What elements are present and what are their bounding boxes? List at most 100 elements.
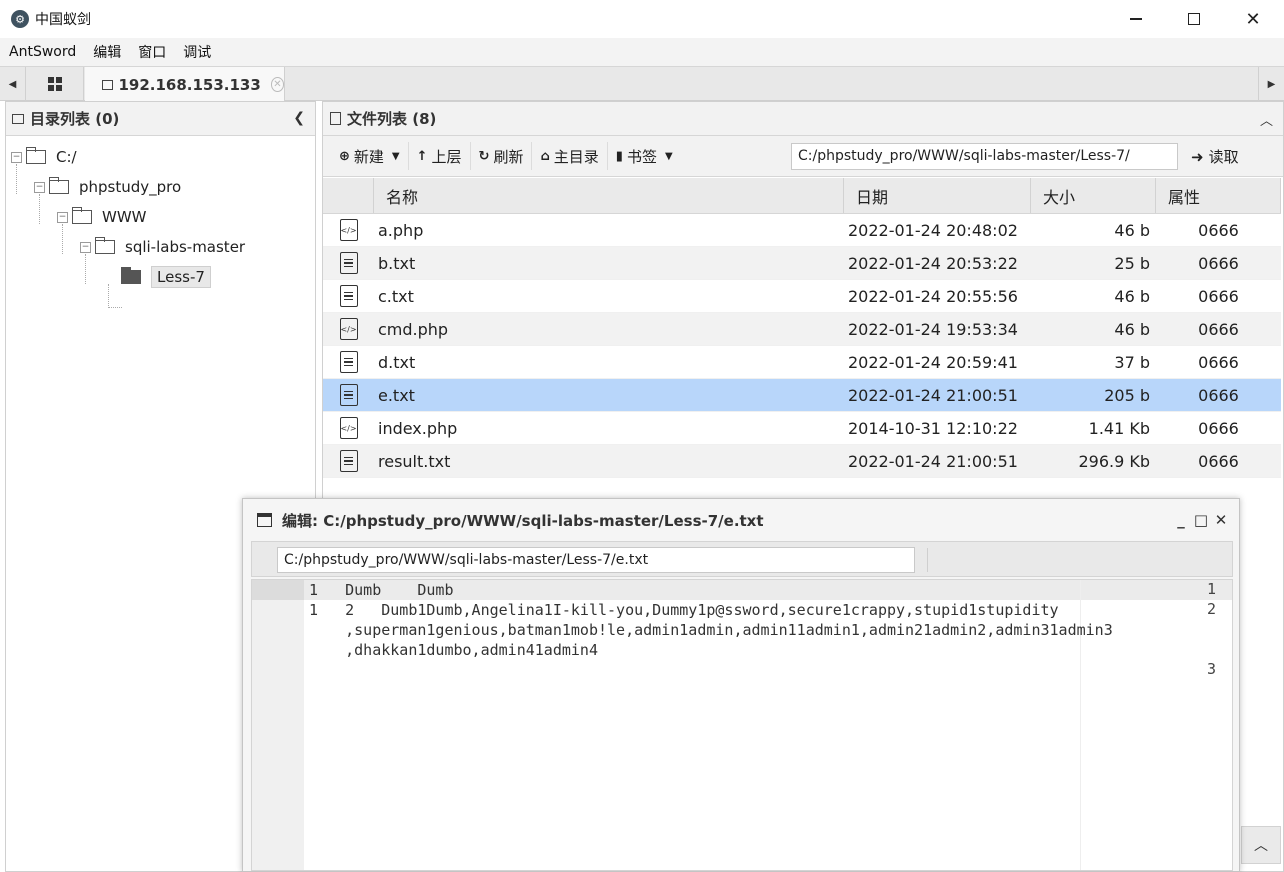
read-label: 读取: [1208, 148, 1239, 166]
tab-home[interactable]: [26, 67, 84, 101]
minimize-icon: [1130, 18, 1142, 20]
collapse-icon[interactable]: −: [57, 211, 68, 223]
file-name: cmd.php: [378, 319, 449, 339]
file-row[interactable]: result.txt 2022-01-24 21:00:51 296.9 Kb 066…: [323, 445, 1281, 478]
scroll-top-button[interactable]: ︿: [1241, 826, 1281, 864]
tree-node-label: Less-7: [151, 266, 211, 288]
editor-dialog-titlebar[interactable]: 编辑: C:/phpstudy_pro/WWW/sqli-labs-master…: [243, 499, 1239, 541]
file-row[interactable]: c.txt 2022-01-24 20:55:56 46 b 0666: [323, 280, 1281, 313]
file-date: 2022-01-24 21:00:51: [848, 385, 1018, 405]
maximize-icon[interactable]: □: [1193, 511, 1209, 529]
tab-close-icon[interactable]: ✕: [270, 77, 284, 92]
text-file-icon: [339, 285, 358, 307]
bookmark-icon: ▮: [615, 148, 623, 164]
window-title: 中国蚁剑: [35, 12, 91, 28]
tree-node-phpstudy-pro[interactable]: − phpstudy_pro: [34, 175, 181, 199]
folder-icon: [95, 237, 115, 254]
tree-node-label: phpstudy_pro: [79, 178, 182, 196]
file-row[interactable]: b.txt 2022-01-24 20:53:22 25 b 0666: [323, 247, 1281, 280]
menu-debug[interactable]: 调试: [174, 42, 219, 62]
folder-icon: [26, 147, 46, 164]
home-icon: ⌂: [540, 148, 550, 164]
bookmark-button[interactable]: ▮ 书签 ▼: [608, 142, 681, 170]
title-bar: ⚙ 中国蚁剑 ✕: [0, 0, 1284, 38]
file-icon-cell: [323, 346, 374, 379]
tab-scroll-right-button[interactable]: ▶: [1258, 67, 1284, 101]
collapse-icon[interactable]: −: [80, 241, 91, 253]
close-button[interactable]: ✕: [1224, 0, 1282, 38]
minimize-icon[interactable]: _: [1173, 511, 1189, 529]
tab-shell-session[interactable]: 192.168.153.133 ✕: [85, 67, 285, 102]
column-attr[interactable]: 属性: [1156, 178, 1281, 213]
maximize-button[interactable]: [1165, 0, 1223, 38]
antsword-logo-icon: ⚙: [11, 10, 29, 28]
chevron-up-icon[interactable]: ︿: [1260, 110, 1273, 129]
caret-left-icon: ◀: [8, 78, 17, 90]
close-icon[interactable]: ✕: [1213, 511, 1229, 529]
file-grid-header: 名称 日期 大小 属性: [323, 178, 1281, 214]
caret-down-icon: ▼: [664, 150, 673, 162]
file-date: 2014-10-31 12:10:22: [848, 418, 1018, 438]
file-row[interactable]: </> cmd.php 2022-01-24 19:53:34 46 b 0666: [323, 313, 1281, 346]
tree-node-c-drive[interactable]: − C:/: [11, 145, 77, 169]
file-size: 25 b: [1114, 253, 1150, 273]
file-icon-cell: [323, 379, 374, 412]
column-name[interactable]: 名称: [374, 178, 844, 213]
file-attr: 0666: [1198, 220, 1239, 240]
tree-node-www[interactable]: − WWW: [57, 205, 147, 229]
tree-node-label: WWW: [102, 208, 147, 226]
file-attr: 0666: [1198, 319, 1239, 339]
menu-edit[interactable]: 编辑: [84, 42, 129, 62]
file-attr: 0666: [1198, 286, 1239, 306]
file-name: c.txt: [378, 286, 414, 306]
file-row[interactable]: </> index.php 2014-10-31 12:10:22 1.41 Kb 06…: [323, 412, 1281, 445]
file-name: result.txt: [378, 451, 451, 471]
editor-gutter: [252, 580, 304, 870]
tree-node-sqli-labs-master[interactable]: − sqli-labs-master: [80, 235, 245, 259]
new-button[interactable]: ⊕ 新建 ▼: [331, 142, 409, 170]
text-file-icon: [339, 351, 358, 373]
file-attr: 0666: [1198, 253, 1239, 273]
editor-toolbar: C:/phpstudy_pro/WWW/sqli-labs-master/Les…: [251, 541, 1233, 577]
menu-window[interactable]: 窗口: [129, 42, 174, 62]
code-line-wrapped: ,dhakkan1dumbo,admin41admin4: [309, 641, 598, 659]
file-toolbar: ⊕ 新建 ▼ ↑ 上层 ↻ 刷新 ⌂ 主目录 ▮ 书签 ▼ C:/phpstud…: [323, 136, 1283, 177]
file-name: d.txt: [378, 352, 416, 372]
folder-icon: [102, 79, 114, 90]
file-size: 46 b: [1114, 286, 1150, 306]
file-row[interactable]: e.txt 2022-01-24 21:00:51 205 b 0666: [323, 379, 1281, 412]
read-path-button[interactable]: ➜ 读取: [1191, 143, 1239, 170]
file-list-title: 文件列表 (8): [347, 110, 437, 128]
refresh-button[interactable]: ↻ 刷新: [471, 142, 533, 170]
code-file-icon: </>: [339, 318, 358, 340]
code-line: 1 Dumb Dumb: [309, 581, 454, 599]
path-input[interactable]: C:/phpstudy_pro/WWW/sqli-labs-master/Les…: [791, 143, 1178, 170]
file-list-header: 文件列表 (8) ︿: [323, 102, 1283, 136]
file-row[interactable]: </> a.php 2022-01-24 20:48:02 46 b 0666: [323, 214, 1281, 247]
editor-path-input[interactable]: C:/phpstudy_pro/WWW/sqli-labs-master/Les…: [277, 547, 915, 573]
text-file-icon: [339, 450, 358, 472]
collapse-icon[interactable]: −: [11, 151, 22, 163]
file-size: 46 b: [1114, 319, 1150, 339]
code-editor[interactable]: 1 2 3 1 Dumb Dumb 1 2 Dumb1Dumb,Angelina…: [251, 579, 1233, 871]
menu-antsword[interactable]: AntSword: [0, 44, 84, 60]
column-size[interactable]: 大小: [1031, 178, 1156, 213]
home-directory-button[interactable]: ⌂ 主目录: [532, 142, 608, 170]
file-name: b.txt: [378, 253, 416, 273]
column-date[interactable]: 日期: [844, 178, 1031, 213]
file-date: 2022-01-24 20:48:02: [848, 220, 1018, 240]
file-icon-cell: [323, 445, 374, 478]
refresh-label: 刷新: [493, 147, 524, 166]
file-icon: [330, 112, 341, 125]
collapse-icon[interactable]: −: [34, 181, 45, 193]
collapse-panel-button[interactable]: ❮: [293, 110, 305, 126]
file-date: 2022-01-24 20:59:41: [848, 352, 1018, 372]
up-level-button[interactable]: ↑ 上层: [409, 142, 471, 170]
code-file-icon: </>: [339, 219, 358, 241]
tree-node-less-7[interactable]: Less-7: [121, 265, 211, 289]
tab-scroll-left-button[interactable]: ◀: [0, 67, 26, 101]
minimize-button[interactable]: [1107, 0, 1165, 38]
file-size: 205 b: [1104, 385, 1150, 405]
file-attr: 0666: [1198, 385, 1239, 405]
file-row[interactable]: d.txt 2022-01-24 20:59:41 37 b 0666: [323, 346, 1281, 379]
